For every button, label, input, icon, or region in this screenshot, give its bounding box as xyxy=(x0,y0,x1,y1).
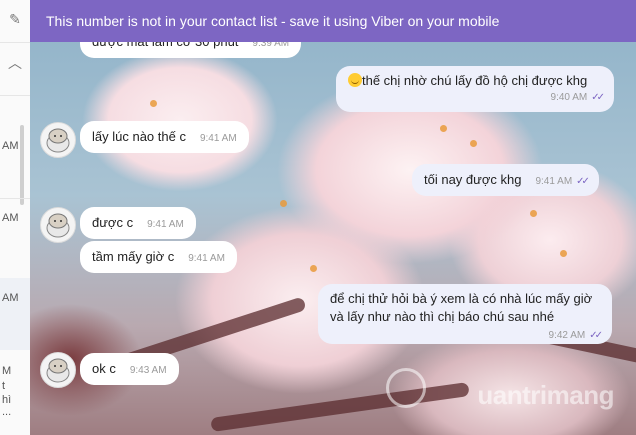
chat-time-label: AM xyxy=(2,292,19,304)
chat-time-label: AM xyxy=(2,140,19,152)
sidebar-scrollbar[interactable] xyxy=(20,125,24,205)
contact-avatar[interactable] xyxy=(40,122,76,158)
chat-time-label: AM xyxy=(2,212,19,224)
not-in-contacts-banner: This number is not in your contact list … xyxy=(30,0,636,42)
read-receipt-icon: ✓✓ xyxy=(576,176,590,187)
chat-snippet: t xyxy=(2,380,6,392)
message-bubble-incoming[interactable]: ok c 9:43 AM xyxy=(80,353,179,385)
message-text: để chị thử hỏi bà ý xem là có nhà lúc mấ… xyxy=(330,291,593,306)
message-bubble-outgoing[interactable]: tối nay được khg 9:41 AM ✓✓ xyxy=(412,164,599,196)
read-receipt-icon: ✓✓ xyxy=(589,330,603,341)
message-time: 9:41 AM xyxy=(147,219,184,230)
contact-avatar[interactable] xyxy=(40,207,76,243)
message-bubble-incoming[interactable]: lấy lúc nào thế c 9:41 AM xyxy=(80,121,249,153)
message-text: ok c xyxy=(92,361,116,376)
message-bubble-outgoing[interactable]: thế chị nhờ chú lấy đồ hộ chị được khg 9… xyxy=(336,66,614,112)
message-bubble-incoming[interactable]: tầm mấy giờ c 9:41 AM xyxy=(80,241,237,273)
background-flower-dot xyxy=(310,265,317,272)
grin-emoji-icon xyxy=(348,73,362,87)
edit-icon[interactable]: ✎ xyxy=(6,10,24,28)
background-flower-dot xyxy=(280,200,287,207)
message-bubble-incoming[interactable]: được c 9:41 AM xyxy=(80,207,196,239)
message-text: tối nay được khg xyxy=(424,172,522,187)
background-flower-dot xyxy=(470,140,477,147)
contact-avatar[interactable] xyxy=(40,352,76,388)
read-receipt-icon: ✓✓ xyxy=(591,92,605,103)
sidebar-divider xyxy=(0,95,30,96)
message-meta: 9:40 AM ✓✓ xyxy=(348,92,605,104)
message-time: 9:40 AM xyxy=(550,92,588,103)
message-text: lấy lúc nào thế c xyxy=(92,129,186,144)
background-flower-dot xyxy=(530,210,537,217)
message-text: thế chị nhờ chú lấy đồ hộ chị được khg xyxy=(362,73,588,88)
message-meta: 9:42 AM ✓✓ xyxy=(548,330,603,342)
message-time: 9:41 AM xyxy=(188,253,225,264)
chat-snippet: hì xyxy=(2,394,12,406)
chevron-up-icon[interactable]: ︿ xyxy=(6,54,24,72)
background-flower-dot xyxy=(560,250,567,257)
chat-snippet: ... xyxy=(2,406,12,418)
conversation-list-sidebar: ✎ ︿ AM AM AM M t hì ... xyxy=(0,0,31,435)
message-text: tầm mấy giờ c xyxy=(92,249,175,264)
message-time: 9:41 AM xyxy=(199,133,237,144)
message-time: 9:43 AM xyxy=(129,365,167,376)
background-branch xyxy=(210,381,470,433)
selected-chat-item[interactable] xyxy=(0,278,30,350)
background-flower-dot xyxy=(440,125,447,132)
background-flower-dot xyxy=(150,100,157,107)
chat-time-label: M xyxy=(2,365,12,377)
sidebar-divider xyxy=(0,42,30,43)
message-time: 9:41 AM xyxy=(535,176,573,187)
sidebar-divider xyxy=(0,198,30,199)
chat-area: This number is not in your contact list … xyxy=(30,0,636,435)
watermark-logo xyxy=(386,368,426,408)
message-text: được c xyxy=(92,215,134,230)
watermark-text: uantrimang xyxy=(477,380,614,410)
message-bubble-outgoing[interactable]: để chị thử hỏi bà ý xem là có nhà lúc mấ… xyxy=(318,284,612,344)
message-text: và lấy như nào thì chị báo chú sau nhé xyxy=(330,309,555,324)
message-time: 9:42 AM xyxy=(548,330,586,341)
